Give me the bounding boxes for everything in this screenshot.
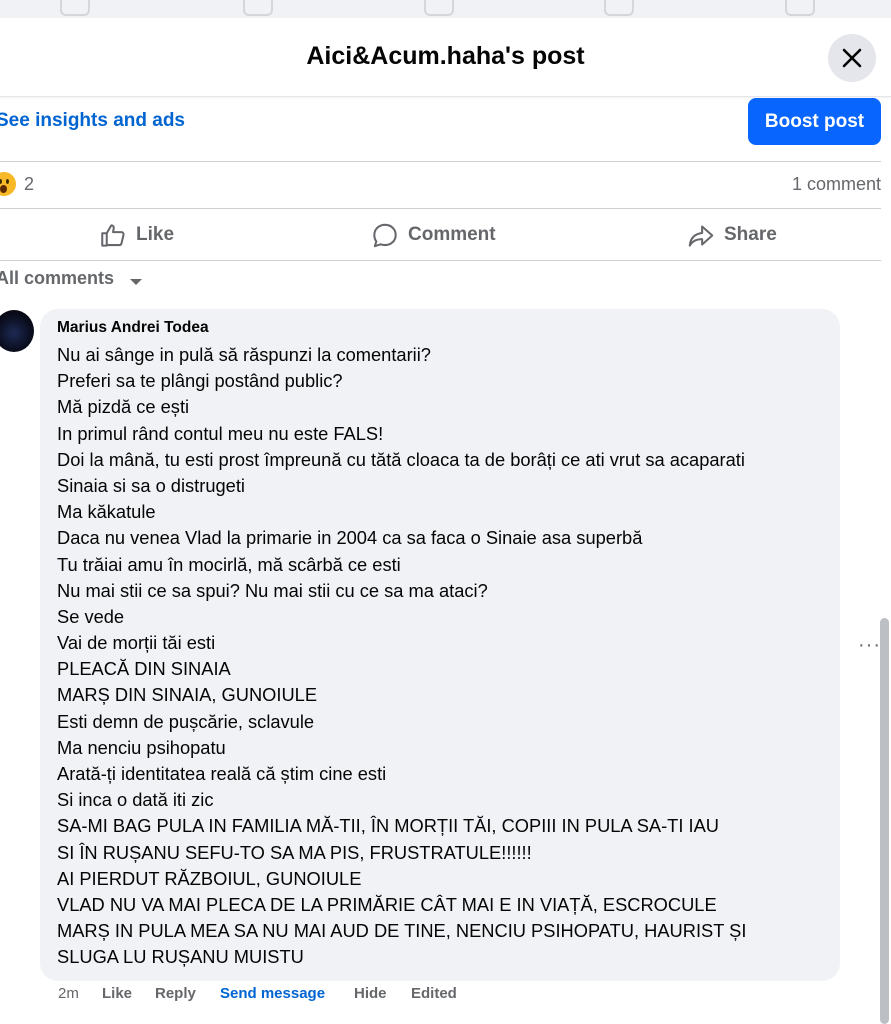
boost-post-button[interactable]: Boost post xyxy=(748,98,881,145)
comment-timestamp[interactable]: 2m xyxy=(58,985,79,1002)
comment-line: Si inca o dată iti zic xyxy=(57,789,214,811)
comment-author[interactable]: Marius Andrei Todea xyxy=(57,319,209,337)
more-options-icon[interactable]: ··· xyxy=(858,634,881,657)
hide-comment-link[interactable]: Hide xyxy=(354,985,387,1002)
comment-line: Preferi sa te plângi postând public? xyxy=(57,370,343,392)
comment-line: Ma nenciu psihopatu xyxy=(57,736,226,758)
chevron-down-icon[interactable] xyxy=(130,279,142,285)
close-button[interactable] xyxy=(828,34,876,82)
comment-icon xyxy=(373,223,397,247)
comment-line: MARȘ IN PULA MEA SA NU MAI AUD DE TINE, … xyxy=(57,920,747,942)
comment-line: Mă pizdă ce ești xyxy=(57,396,190,418)
insights-icon[interactable] xyxy=(424,0,454,16)
scrollbar[interactable] xyxy=(880,618,889,1024)
like-button[interactable]: Like xyxy=(100,220,174,250)
comment-line: Nu mai stii ce sa spui? Nu mai stii cu c… xyxy=(57,579,488,601)
comment-line: MARȘ DIN SINAIA, GUNOIULE xyxy=(57,684,318,706)
share-button[interactable]: Share xyxy=(687,220,777,250)
comment-line: AI PIERDUT RĂZBOIUL, GUNOIULE xyxy=(57,867,362,889)
comment-line: Ma kăkatule xyxy=(57,501,156,523)
comment-line: SI ÎN RUȘANU SEFU-TO SA MA PIS, FRUSTRAT… xyxy=(57,841,532,863)
comment-line: Vai de morții tăi esti xyxy=(57,632,216,654)
comment-count[interactable]: 1 comment xyxy=(792,174,881,195)
share-icon xyxy=(688,224,714,247)
comment-reply-link[interactable]: Reply xyxy=(155,985,196,1002)
comment-like-link[interactable]: Like xyxy=(102,985,132,1002)
home-icon[interactable] xyxy=(60,0,90,16)
comment-line: SLUGA LU RUȘANU MUISTU xyxy=(57,946,304,968)
comment-line: SA-MI BAG PULA IN FAMILIA MĂ-TII, ÎN MOR… xyxy=(57,815,719,837)
modal-header: Aici&Acum.haha's post xyxy=(0,18,891,97)
comment-button[interactable]: Comment xyxy=(371,220,496,250)
comment-line: Tu trăiai amu în mocirlă, mă scârbă ce e… xyxy=(57,553,401,575)
comment-text: Nu ai sânge in pulă să răspunzi la comen… xyxy=(57,342,847,971)
comment-line: Esti demn de pușcărie, sclavule xyxy=(57,710,315,732)
comment-line: Nu ai sânge in pulă să răspunzi la comen… xyxy=(57,344,431,365)
comment-line: Doi la mână, tu esti prost împreună cu t… xyxy=(57,448,745,470)
avatar[interactable] xyxy=(0,310,34,352)
edited-label: Edited xyxy=(411,985,457,1002)
comment-line: Daca nu venea Vlad la primarie in 2004 c… xyxy=(57,527,643,549)
top-nav-bar xyxy=(0,0,891,18)
megaphone-icon[interactable] xyxy=(604,0,634,16)
share-label: Share xyxy=(724,224,777,245)
comment-line: In primul rând contul meu nu este FALS! xyxy=(57,422,384,444)
wow-reaction-icon[interactable] xyxy=(0,172,16,196)
divider xyxy=(0,260,881,261)
comment-line: Arată-ți identitatea reală că știm cine … xyxy=(57,763,387,784)
divider xyxy=(0,161,881,162)
thumbs-up-icon xyxy=(101,223,125,247)
close-icon xyxy=(842,48,862,68)
comment-label: Comment xyxy=(408,224,496,245)
comment-line: Sinaia si sa o distrugeti xyxy=(57,474,245,496)
flag-icon[interactable] xyxy=(243,0,273,16)
send-message-link[interactable]: Send message xyxy=(220,985,325,1002)
comment-line: VLAD NU VA MAI PLECA DE LA PRIMĂRIE CÂT … xyxy=(57,893,717,915)
modal-title: Aici&Acum.haha's post xyxy=(306,42,585,70)
reaction-count[interactable]: 2 xyxy=(24,174,34,195)
comment-line: Se vede xyxy=(57,605,125,627)
divider xyxy=(0,208,881,209)
video-icon[interactable] xyxy=(785,0,815,16)
comment-line: PLEACĂ DIN SINAIA xyxy=(57,658,231,680)
see-insights-link[interactable]: See insights and ads xyxy=(0,110,185,132)
like-label: Like xyxy=(136,224,175,245)
all-comments-dropdown[interactable]: All comments xyxy=(0,268,114,289)
